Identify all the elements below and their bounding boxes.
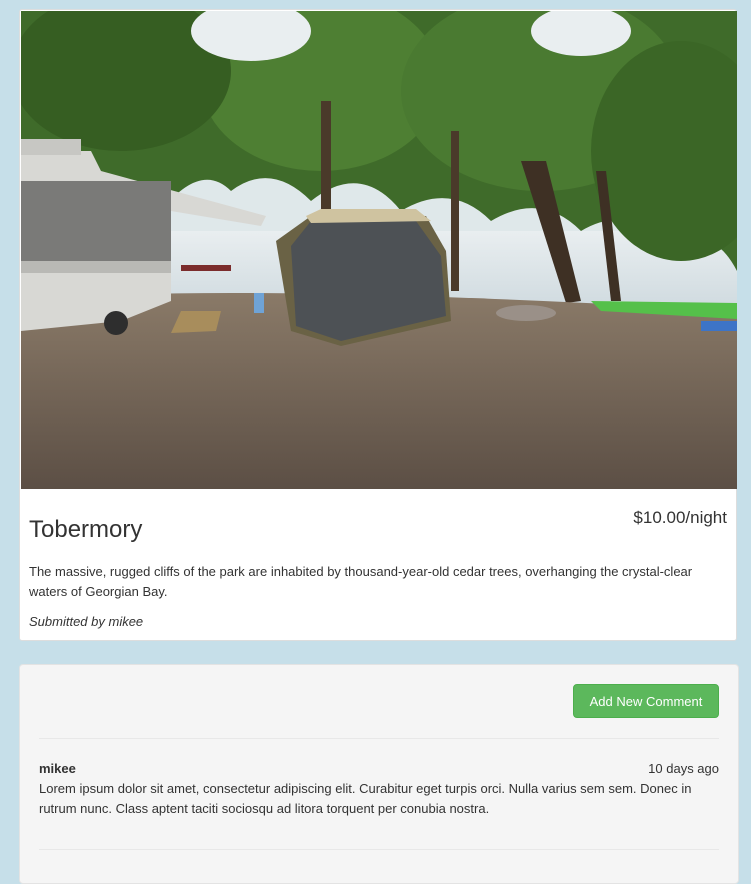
comments-divider	[39, 738, 719, 739]
campground-photo	[21, 11, 737, 489]
comment-timestamp: 10 days ago	[648, 761, 719, 776]
submitted-by: Submitted by mikee	[29, 614, 144, 629]
campground-caption: $10.00/night Tobermory The massive, rugg…	[29, 488, 727, 640]
comment-author: mikee	[39, 761, 76, 776]
comments-panel: Add New Comment mikee 10 days ago Lorem …	[19, 664, 739, 884]
campground-card: $10.00/night Tobermory The massive, rugg…	[19, 9, 737, 641]
campground-description: The massive, rugged cliffs of the park a…	[29, 564, 693, 599]
comment-text: Lorem ipsum dolor sit amet, consectetur …	[39, 781, 692, 816]
price-label: $10.00/night	[633, 508, 727, 527]
comments-divider-bottom	[39, 849, 719, 850]
campground-title[interactable]: Tobermory	[29, 516, 142, 544]
add-new-comment-button[interactable]: Add New Comment	[573, 684, 719, 718]
